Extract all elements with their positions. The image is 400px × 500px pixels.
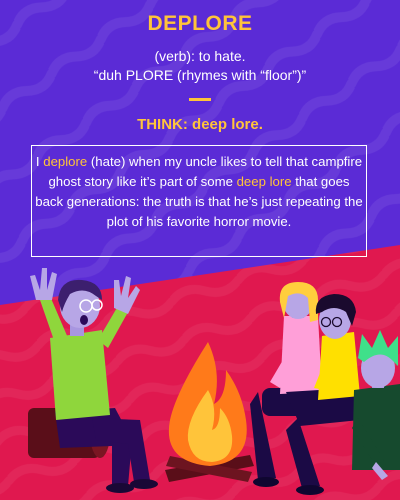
vocab-card: DEPLORE (verb): to hate. “duh PLORE (rhy… bbox=[0, 0, 400, 500]
listener-icon bbox=[352, 330, 400, 480]
part-of-speech-definition: (verb): to hate. bbox=[154, 48, 246, 64]
highlight-deplore: deplore bbox=[43, 154, 88, 169]
pronunciation: “duh PLORE (rhymes with “floor”)” bbox=[93, 67, 307, 83]
example-sentence: I deplore (hate) when my uncle likes to … bbox=[33, 152, 365, 232]
divider bbox=[189, 98, 211, 101]
mnemonic: THINK: deep lore. bbox=[137, 116, 263, 133]
highlight-deep-lore: deep lore bbox=[236, 174, 292, 189]
vocab-word: DEPLORE bbox=[147, 12, 253, 35]
